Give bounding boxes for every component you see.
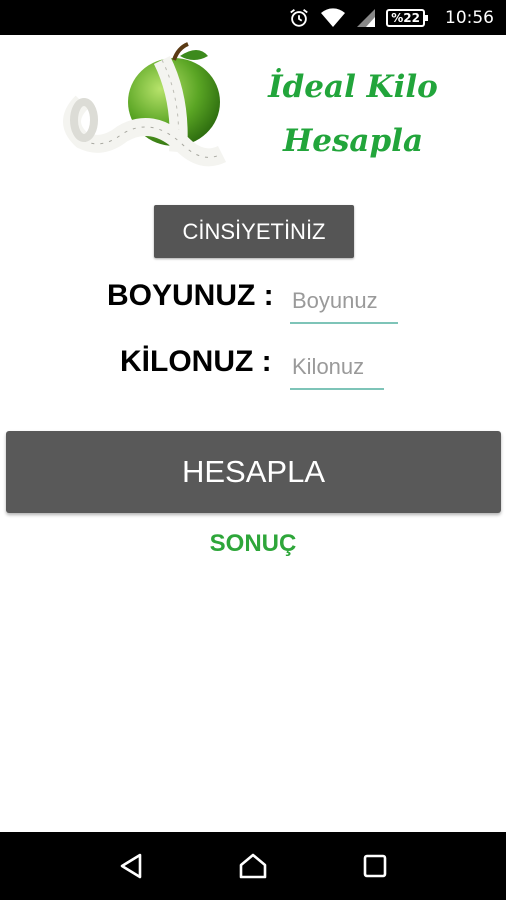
alarm-icon	[288, 7, 310, 29]
apple-measuring-tape-icon	[62, 42, 242, 182]
app-header: İdeal Kilo Hesapla	[62, 42, 442, 182]
gender-button[interactable]: CİNSİYETİNİZ	[154, 205, 354, 258]
cell-signal-icon	[356, 7, 376, 29]
height-input[interactable]	[290, 286, 398, 324]
clock: 10:56	[445, 7, 494, 28]
navigation-bar	[0, 832, 506, 900]
app-title-line1: İdeal Kilo	[268, 69, 438, 105]
result-text: SONUÇ	[209, 530, 297, 557]
battery-level: %22	[391, 10, 420, 25]
app-title-line2: Hesapla	[282, 123, 424, 159]
battery-icon: %22	[386, 8, 428, 27]
weight-input[interactable]	[290, 352, 384, 390]
back-icon[interactable]	[111, 846, 151, 886]
app-title: İdeal Kilo Hesapla	[258, 60, 448, 168]
wifi-icon	[320, 7, 346, 29]
calculate-button[interactable]: HESAPLA	[6, 431, 501, 513]
weight-label: KİLONUZ :	[120, 345, 272, 378]
recents-icon[interactable]	[355, 846, 395, 886]
height-label: BOYUNUZ :	[107, 279, 274, 312]
home-icon[interactable]	[233, 846, 273, 886]
status-bar: %22 10:56	[0, 0, 506, 35]
